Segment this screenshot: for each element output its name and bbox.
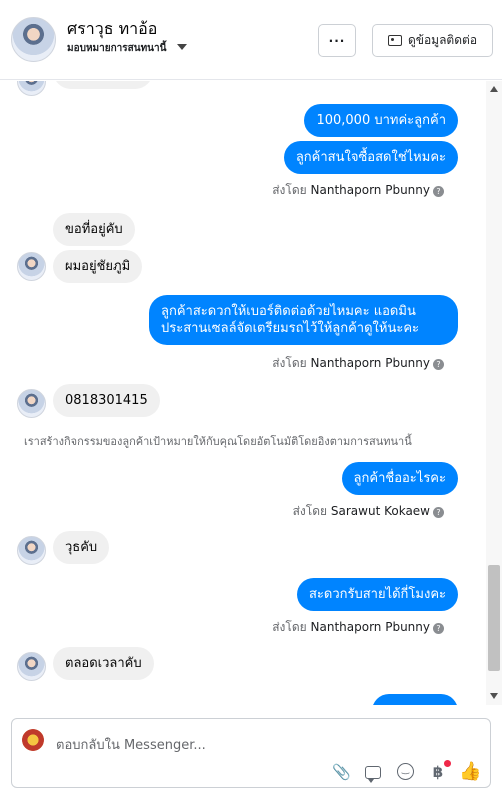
reply-input[interactable]: ตอบกลับใน Messenger... [56,734,206,755]
assign-conversation-label[interactable]: มอบหมายการสนทนานี้ [67,41,166,56]
contact-card-icon [387,35,402,46]
sent-by-label: ส่งโดย Nanthaporn Pbunny? [272,181,444,200]
sender-avatar [17,389,46,418]
message-bubble-incoming[interactable]: 0818301415 [53,384,160,417]
chevron-down-icon[interactable] [177,44,187,50]
sender-avatar [17,252,46,281]
reply-composer[interactable]: ตอบกลับใน Messenger... 📎 ‿ ฿ 👍 [11,718,491,788]
message-bubble-outgoing[interactable]: ลูกค้าสะดวกให้เบอร์ติดต่อด้วยไหมคะ แอดมิ… [149,295,458,345]
view-contact-button[interactable]: ดูข้อมูลติดต่อ [372,24,493,57]
info-icon[interactable]: ? [433,359,444,370]
message-bubble-incoming[interactable] [53,81,153,89]
message-bubble-incoming[interactable]: วุธคับ [53,531,110,564]
message-bubble-outgoing[interactable] [372,694,458,705]
message-bubble-outgoing[interactable]: 100,000 บาทค่ะลูกค้า [304,104,458,137]
message-bubble-outgoing[interactable]: สะดวกรับสายได้กี่โมงคะ [296,578,458,611]
saved-reply-icon[interactable] [365,766,381,783]
message-bubble-outgoing[interactable]: ลูกค้าชื่ออะไรคะ [341,462,458,495]
sent-by-label: ส่งโดย Nanthaporn Pbunny? [272,618,444,637]
scrollbar-thumb[interactable] [488,565,500,671]
message-bubble-incoming[interactable]: ขอที่อยู่คับ [53,213,135,246]
conversation-header: ศราวุธ ทาอ้อ มอบหมายการสนทนานี้ ··· ดูข้… [0,0,502,80]
emoji-icon[interactable]: ‿ [397,763,414,780]
page-avatar [22,729,44,751]
sent-by-label: ส่งโดย Nanthaporn Pbunny? [272,354,444,373]
message-line: ประสานเซลล์จัดเตรียมรถไว้ให้ลูกค้าดูให้น… [161,321,420,336]
sent-by-label: ส่งโดย Sarawut Kokaew? [293,502,444,521]
message-bubble-outgoing[interactable]: ลูกค้าสนใจซื้อสดใช่ไหมคะ [283,141,458,174]
sender-name: Nanthaporn Pbunny [310,356,430,370]
message-bubble-incoming[interactable]: ตลอดเวลาคับ [53,647,154,680]
info-icon[interactable]: ? [433,186,444,197]
scroll-down-arrow-icon[interactable] [490,693,498,699]
system-note: เราสร้างกิจกรรมของลูกค้าเป้าหมายให้กับคุ… [24,435,412,448]
view-contact-label: ดูข้อมูลติดต่อ [407,33,478,47]
paperclip-icon[interactable]: 📎 [332,763,351,781]
message-thread[interactable]: 100,000 บาทค่ะลูกค้า ลูกค้าสนใจซื้อสดใช่… [0,81,486,705]
sender-name: Nanthaporn Pbunny [310,183,430,197]
contact-name[interactable]: ศราวุธ ทาอ้อ [67,17,157,42]
sender-name: Nanthaporn Pbunny [310,620,430,634]
conversation-page: ศราวุธ ทาอ้อ มอบหมายการสนทนานี้ ··· ดูข้… [0,0,502,793]
contact-avatar[interactable] [11,17,56,62]
thumbs-up-icon[interactable]: 👍 [459,761,481,783]
scroll-up-arrow-icon[interactable] [490,86,498,92]
message-line: ลูกค้าสะดวกให้เบอร์ติดต่อด้วยไหมคะ แอดมิ… [161,304,416,319]
sender-avatar [17,652,46,681]
more-options-button[interactable]: ··· [318,24,356,57]
notification-dot [444,760,451,767]
sender-name: Sarawut Kokaew [330,504,430,518]
sender-avatar [17,536,46,565]
info-icon[interactable]: ? [433,623,444,634]
message-bubble-incoming[interactable]: ผมอยู่ชัยภูมิ [53,250,143,283]
info-icon[interactable]: ? [433,507,444,518]
sender-avatar [17,81,46,96]
